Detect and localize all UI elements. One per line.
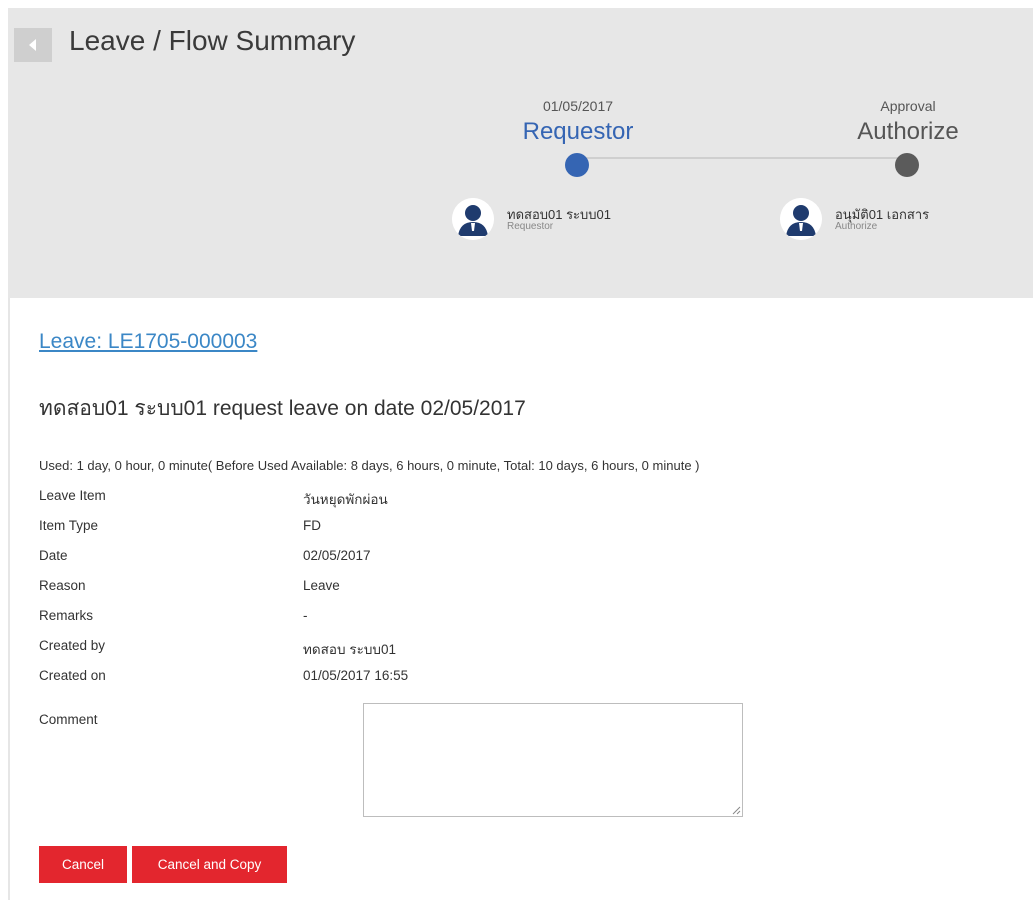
detail-value-date: 02/05/2017: [303, 548, 371, 563]
page-title: Leave / Flow Summary: [69, 25, 356, 56]
detail-label-created-by: Created by: [39, 638, 106, 653]
flow-summary-header: Leave / Flow Summary 01/05/2017 Requesto…: [8, 8, 1033, 298]
comment-label: Comment: [39, 712, 98, 727]
detail-label-reason: Reason: [39, 578, 86, 593]
detail-label-date: Date: [39, 548, 68, 563]
requestor-person: ทดสอบ01 ระบบ01 Requestor: [452, 198, 652, 244]
content-left-border: [8, 296, 10, 900]
detail-value-reason: Leave: [303, 578, 340, 593]
request-headline: ทดสอบ01 ระบบ01 request leave on date 02/…: [39, 397, 526, 420]
flow-connector-line: [580, 157, 906, 159]
cancel-button[interactable]: Cancel: [39, 846, 127, 883]
cancel-and-copy-button[interactable]: Cancel and Copy: [132, 846, 287, 883]
step-requestor-date: 01/05/2017: [542, 98, 614, 114]
user-avatar-icon: [452, 198, 494, 240]
detail-label-created-on: Created on: [39, 668, 106, 683]
detail-label-item-type: Item Type: [39, 518, 99, 533]
step-requestor-label: Requestor: [522, 118, 634, 145]
back-button[interactable]: [14, 28, 52, 62]
user-avatar-icon: [780, 198, 822, 240]
requestor-role: Requestor: [507, 221, 554, 232]
detail-value-remarks: -: [303, 608, 308, 623]
step-authorize-label: Authorize: [857, 118, 959, 145]
comment-textarea[interactable]: [363, 703, 743, 817]
detail-label-leave-item: Leave Item: [39, 488, 106, 503]
detail-value-leave-item: วันหยุดพักผ่อน: [303, 492, 388, 507]
step-requestor-dot: [565, 153, 589, 177]
detail-value-item-type: FD: [303, 518, 321, 533]
detail-value-created-on: 01/05/2017 16:55: [303, 668, 409, 683]
authorizer-role: Authorize: [835, 221, 878, 232]
chevron-left-icon: [29, 39, 36, 51]
resize-grip-icon[interactable]: [731, 805, 741, 815]
step-authorize-status: Approval: [880, 98, 936, 114]
step-authorize-dot: [895, 153, 919, 177]
leave-usage-summary: Used: 1 day, 0 hour, 0 minute( Before Us…: [39, 458, 700, 473]
detail-label-remarks: Remarks: [39, 608, 94, 623]
authorizer-person: อนุมัติ01 เอกสาร Authorize: [780, 198, 980, 244]
leave-document-link[interactable]: Leave: LE1705-000003: [39, 330, 257, 354]
detail-value-created-by: ทดสอบ ระบบ01: [303, 642, 396, 657]
